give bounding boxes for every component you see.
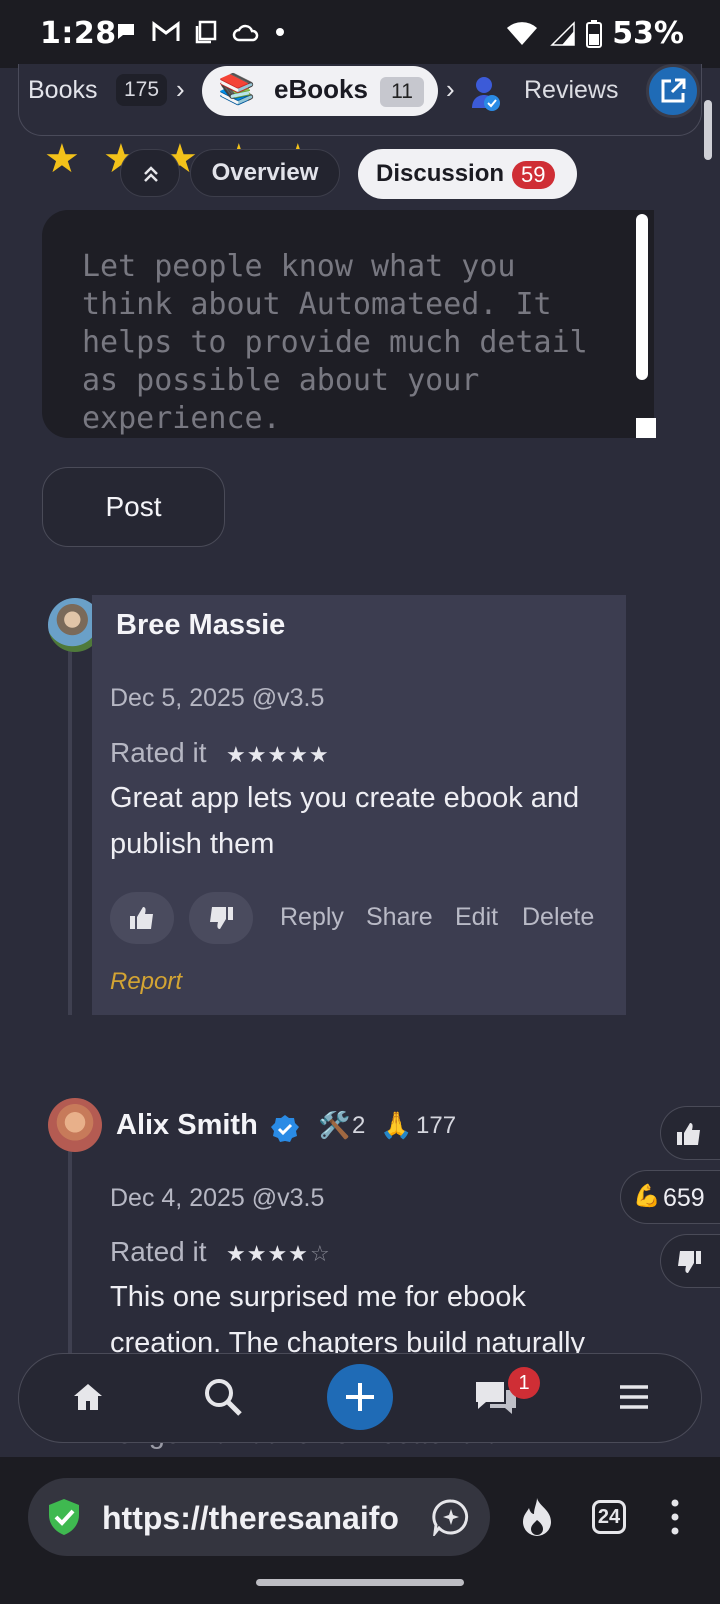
thread-line [68,650,72,1015]
wifi-icon [507,21,538,45]
thumbs-down-icon [678,1251,701,1273]
rated-label: Rated it [110,1236,207,1267]
books-stack-icon: 📚 [218,73,256,106]
thread-line [68,1150,72,1360]
strength-count: 659 [663,1184,705,1212]
status-time: 1:28 [40,16,117,51]
assistant-icon[interactable] [432,1498,470,1536]
external-link-button[interactable] [646,64,700,118]
share-link[interactable]: Share [366,903,433,932]
thumbs-up-icon [677,1123,700,1145]
comment-stars: ★★★★★ [226,742,330,767]
comment-meta: Dec 5, 2025 @v3.5 [110,684,325,712]
delete-link[interactable]: Delete [522,903,594,932]
system-icons: 53% [506,16,684,51]
ebooks-count-badge: 11 [380,77,424,107]
tab-discussion[interactable]: Discussion 59 [358,149,577,199]
status-bar: 1:28 53% [0,0,720,68]
thanks-count: 177 [416,1112,457,1139]
url-text[interactable]: https://theresanaifo [102,1500,418,1537]
cloud-icon [232,24,259,42]
flame-icon[interactable] [520,1496,554,1536]
page-scrollbar-thumb[interactable] [704,100,712,160]
avatar[interactable] [48,1098,102,1152]
textarea-resize-handle[interactable] [636,418,656,438]
comment-stars-empty: ☆ [310,1241,331,1266]
notification-icons [114,20,286,44]
tab-discussion-label: Discussion [376,160,505,187]
signal-icon [550,20,575,46]
gmail-icon [152,21,180,41]
gesture-bar[interactable] [256,1579,464,1586]
add-icon [346,1383,374,1411]
comment-author[interactable]: Alix Smith [116,1109,258,1142]
chevron-right-icon: › [446,74,455,104]
breadcrumb-ebooks-label: eBooks [274,74,368,104]
thanks-icon: 🙏 [380,1110,413,1140]
tools-icon: 🛠️ [318,1110,351,1140]
more-vert-icon[interactable] [670,1498,680,1536]
shield-check-icon[interactable] [46,1497,82,1537]
copy-icon [195,20,217,44]
review-textarea[interactable] [42,210,654,438]
comment-text: Great app lets you create ebook and publ… [110,782,580,860]
battery-percent: 53% [612,16,684,51]
rated-label: Rated it [110,737,207,768]
flexed-arm-icon: 💪 [633,1183,661,1208]
thumbs-down-icon [210,907,233,929]
comment-stars: ★★★★ [226,1241,309,1266]
comment-meta: Dec 4, 2025 @v3.5 [110,1184,325,1212]
reply-link[interactable]: Reply [280,903,344,932]
comment-author[interactable]: Bree Massie [116,609,285,642]
collapse-button[interactable] [120,149,180,197]
books-count-badge: 175 [116,74,168,106]
verified-user-icon [472,77,500,111]
textarea-scrollbar[interactable] [636,214,648,380]
report-link[interactable]: Report [110,968,182,996]
tools-count: 2 [352,1112,366,1139]
battery-icon [586,19,603,48]
post-button[interactable]: Post [42,467,225,547]
float-like-button[interactable] [660,1106,720,1160]
search-icon[interactable] [202,1376,244,1418]
downvote-button[interactable] [189,892,253,944]
breadcrumb-reviews[interactable]: Reviews [524,76,618,105]
thumbs-up-icon [130,907,153,929]
chevron-double-up-icon [144,166,158,182]
breadcrumb-books[interactable]: Books [28,76,97,105]
chat-badge: 1 [508,1367,540,1399]
verified-badge-icon [271,1115,299,1142]
discussion-count-badge: 59 [512,160,555,189]
menu-icon[interactable] [618,1384,650,1410]
dot-icon [276,28,284,36]
upvote-button[interactable] [110,892,174,944]
tab-switcher-button[interactable]: 24 [592,1500,626,1534]
tab-overview[interactable]: Overview [190,149,340,197]
edit-link[interactable]: Edit [455,903,498,932]
chevron-right-icon: › [176,74,185,104]
float-dislike-button[interactable] [660,1234,720,1288]
home-icon[interactable] [72,1382,104,1412]
external-link-icon [661,78,686,103]
chat-bubble-icon [118,24,134,39]
float-strength-button[interactable]: 💪 659 [620,1170,720,1224]
add-button[interactable] [327,1364,393,1430]
